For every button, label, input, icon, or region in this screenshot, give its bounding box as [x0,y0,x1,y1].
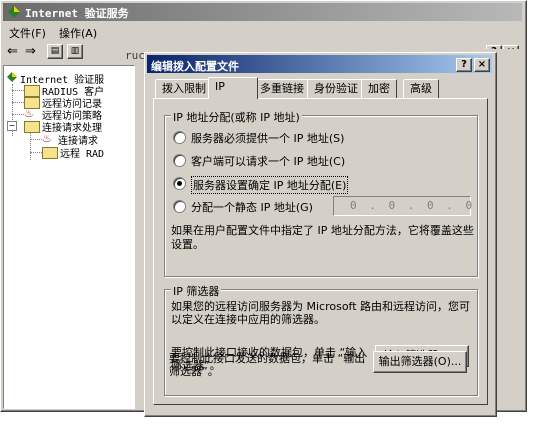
collapse-icon[interactable]: − [7,121,17,131]
ip-filter-group-label: IP 筛选器 [171,283,222,299]
tab-dialin-constraints[interactable]: 拨入限制 [155,79,213,98]
forward-arrow-icon[interactable]: ⇒ [25,44,36,59]
radio-server-must-supply-label[interactable]: 服务器必须提供一个 IP 地址(S) [191,130,344,146]
main-title-bar[interactable]: Internet 验证服务 [3,3,522,21]
up-folder-icon[interactable]: ▤ [47,44,63,59]
tab-advanced[interactable]: 高级 [403,79,439,98]
ip-assignment-group: IP 地址分配(或称 IP 地址) 服务器必须提供一个 IP 地址(S) 客户端… [164,109,478,277]
ip-assignment-group-label: IP 地址分配(或称 IP 地址) [171,109,302,125]
radio-server-settings-define-label[interactable]: 服务器设置确定 IP 地址分配(E) [191,176,349,194]
radio-client-may-request-label[interactable]: 客户端可以请求一个 IP 地址(C) [191,153,345,169]
tab-encryption[interactable]: 加密 [361,79,397,98]
back-arrow-icon[interactable]: ⇐ [7,44,18,59]
app-icon [6,5,22,19]
ip-note-line1: 如果在用户配置文件中指定了 IP 地址分配方法，它将覆盖这些 [171,224,474,237]
radio-server-must-supply[interactable] [173,131,186,144]
static-ip-value: 0 . 0 . 0 . 0 [350,199,476,212]
ip-filter-group: IP 筛选器 如果您的远程访问服务器为 Microsoft 路由和远程访问，您可… [164,283,478,396]
dialog-help-button[interactable]: ? [456,58,472,72]
behind-tab-fragment: ruc [125,49,145,62]
dialog-title-bar[interactable]: 编辑拨入配置文件 ? × [147,55,492,73]
tree-pane: Internet 验证服 RADIUS 客户 远程访问记录 ♨ 远程访问策略 −… [3,65,135,409]
filter-desc-line2: 以定义在连接中应用的筛选器。 [171,313,325,326]
dialog-close-button[interactable]: × [474,58,490,72]
menu-action[interactable]: 操作(A) [59,25,97,41]
tab-authentication[interactable]: 身份验证 [307,79,365,98]
policy-icon: ♨ [24,107,34,120]
folder-icon [24,85,40,97]
folder-icon [42,147,58,159]
menu-file[interactable]: 文件(F) [9,25,46,41]
main-window-title: Internet 验证服务 [25,7,129,20]
output-filter-desc-line2: 筛选器”。 [169,365,219,378]
tree-item-remote-radius[interactable]: 远程 RAD [60,145,104,160]
tab-ip[interactable]: IP [208,77,258,99]
policy-icon: ♨ [42,132,52,145]
radio-static-ip[interactable] [173,200,186,213]
dialog-title: 编辑拨入配置文件 [151,60,239,73]
tab-strip: 拨入限制 IP 多重链接 身份验证 加密 高级 [153,77,488,99]
static-ip-field[interactable]: 0 . 0 . 0 . 0 [333,196,472,216]
output-filters-button[interactable]: 输出筛选器(O)... [373,351,467,373]
root-node-icon [6,71,18,83]
radio-client-may-request[interactable] [173,154,186,167]
radio-server-settings-define[interactable] [173,177,186,190]
folder-icon [24,121,40,133]
edit-dialin-profile-dialog: 编辑拨入配置文件 ? × 拨入限制 IP 多重链接 身份验证 加密 高级 IP … [144,52,497,417]
ip-note-line2: 设置。 [171,238,204,251]
show-tree-icon[interactable]: ▥ [67,44,83,59]
tab-multilink[interactable]: 多重链接 [253,79,311,98]
radio-static-ip-label[interactable]: 分配一个静态 IP 地址(G) [191,199,313,215]
menu-bar: 文件(F) 操作(A) [3,22,522,40]
